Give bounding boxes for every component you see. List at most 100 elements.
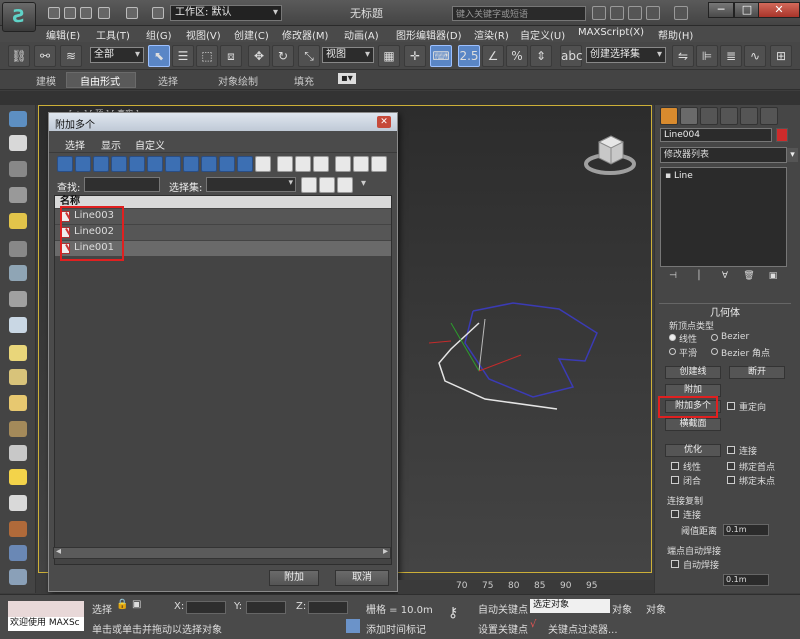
unlink-icon[interactable]: ⚯ [34, 45, 56, 67]
dialog-menu-display[interactable]: 显示 [101, 137, 121, 152]
maxscript-listener[interactable] [8, 601, 84, 617]
selection-lock-icon[interactable]: 🔒 [116, 599, 128, 610]
maximize-button[interactable]: □ [734, 2, 760, 18]
new-file-icon[interactable] [48, 7, 60, 19]
cylinder-primitive-icon[interactable] [9, 395, 27, 411]
select-by-name-icon[interactable]: ☰ [172, 45, 194, 67]
spinner-snap-icon[interactable]: ⇕ [530, 45, 552, 67]
redo-icon[interactable] [126, 7, 138, 19]
remove-modifier-icon[interactable]: 🗑 [743, 271, 755, 283]
minimize-button[interactable]: ─ [708, 2, 734, 18]
key-filters-button[interactable]: 关键点过滤器... [548, 621, 618, 636]
select-all-icon[interactable] [277, 156, 293, 172]
hierarchy-tab-icon[interactable] [700, 107, 718, 125]
display-children-icon[interactable] [353, 156, 369, 172]
move-icon[interactable]: ✥ [248, 45, 270, 67]
filter-cameras-icon[interactable] [111, 156, 127, 172]
named-selection-combo[interactable]: 创建选择集 [586, 47, 666, 63]
material-editor-icon[interactable] [9, 135, 27, 151]
radio-bezier[interactable] [711, 334, 718, 341]
workspace-combo[interactable]: 工作区: 默认 [170, 5, 282, 21]
modify-tab-icon[interactable] [680, 107, 698, 125]
radio-linear[interactable] [669, 334, 676, 341]
menu-tools[interactable]: 工具(T) [96, 27, 130, 42]
ribbon-tab-modeling[interactable]: 建模 [36, 73, 56, 88]
tools-icon[interactable] [610, 6, 624, 20]
filter-shapes-icon[interactable] [75, 156, 91, 172]
binoculars-icon[interactable] [592, 6, 606, 20]
cancel-button[interactable]: 取消 [335, 570, 389, 586]
make-unique-icon[interactable]: ∀ [719, 271, 731, 283]
cross-section-button[interactable]: 横截面 [665, 418, 721, 431]
menu-maxscript[interactable]: MAXScript(X) [578, 27, 644, 38]
align-icon[interactable]: ⊫ [696, 45, 718, 67]
selset-add-icon[interactable] [319, 177, 335, 193]
save-file-icon[interactable] [80, 7, 92, 19]
menu-views[interactable]: 视图(V) [186, 27, 221, 42]
auto-key-button[interactable]: 自动关键点 [478, 601, 528, 616]
filter-xrefs-icon[interactable] [183, 156, 199, 172]
ribbon-tab-object-paint[interactable]: 对象绘制 [218, 73, 258, 88]
grid-icon[interactable] [9, 161, 27, 177]
box-primitive-icon[interactable] [9, 345, 27, 361]
expand-options-icon[interactable]: ▾ [361, 178, 366, 189]
menu-rendering[interactable]: 渲染(R) [474, 27, 509, 42]
modifier-stack-item[interactable]: Line [665, 171, 693, 181]
geosphere-icon[interactable] [9, 495, 27, 511]
display-tab-icon[interactable] [740, 107, 758, 125]
weld-threshold-spinner[interactable]: 0.1m [723, 574, 769, 586]
selection-set-combo[interactable] [206, 177, 296, 192]
schematic-view-icon[interactable]: ⊞ [770, 45, 792, 67]
bind-first-checkbox[interactable] [727, 462, 735, 470]
connect-checkbox[interactable] [727, 446, 735, 454]
ribbon-options-icon[interactable]: ▪▾ [338, 73, 356, 84]
filter-groups-icon[interactable] [165, 156, 181, 172]
dialog-close-button[interactable]: ✕ [377, 116, 391, 128]
ribbon-tab-selection[interactable]: 选择 [158, 73, 178, 88]
filter-frozen-icon[interactable] [237, 156, 253, 172]
attach-confirm-button[interactable]: 附加 [269, 570, 319, 586]
break-button[interactable]: 断开 [729, 366, 785, 379]
window-crossing-icon[interactable]: ⧈ [220, 45, 242, 67]
geometry-rollout-title[interactable]: 几何体 [659, 304, 791, 319]
viewcube-icon[interactable] [583, 128, 637, 178]
filter-bones-icon[interactable] [201, 156, 217, 172]
reference-coord-combo[interactable]: 视图 [322, 47, 374, 63]
auto-weld-checkbox[interactable] [671, 560, 679, 568]
menu-animation[interactable]: 动画(A) [344, 27, 379, 42]
rotate-icon[interactable]: ↻ [272, 45, 294, 67]
add-time-tag-label[interactable]: 添加时间标记 [366, 621, 426, 636]
menu-customize[interactable]: 自定义(U) [520, 27, 565, 42]
configure-sets-icon[interactable]: ▣ [767, 271, 779, 283]
scale-icon[interactable]: ⤡ [298, 45, 320, 67]
filter-hidden-icon[interactable] [255, 156, 271, 172]
menu-modifiers[interactable]: 修改器(M) [282, 27, 328, 42]
bind-last-checkbox[interactable] [727, 476, 735, 484]
layer-manager-icon[interactable]: ≣ [720, 45, 742, 67]
rect-selection-icon[interactable]: ⬚ [196, 45, 218, 67]
modifier-list-combo[interactable]: 修改器列表 [660, 147, 798, 163]
linear-checkbox[interactable] [671, 462, 679, 470]
light-icon[interactable] [9, 213, 27, 229]
teapot-icon[interactable] [9, 111, 27, 127]
time-tag-icon[interactable] [346, 619, 360, 633]
selset-edit-icon[interactable] [301, 177, 317, 193]
closed-checkbox[interactable] [671, 476, 679, 484]
select-link-icon[interactable]: ⛓ [8, 45, 30, 67]
search-input[interactable]: 键入关键字或短语 [452, 6, 586, 21]
menu-edit[interactable]: 编辑(E) [46, 27, 80, 42]
display-filter-icon[interactable] [335, 156, 351, 172]
filter-containers-icon[interactable] [219, 156, 235, 172]
select-invert-icon[interactable] [313, 156, 329, 172]
spacewarp-icon[interactable] [9, 291, 27, 307]
utilities-tab-icon[interactable] [760, 107, 778, 125]
torus-primitive-icon[interactable] [9, 421, 27, 437]
help-icon[interactable] [674, 6, 688, 20]
systems-icon[interactable] [9, 317, 27, 333]
select-none-icon[interactable] [295, 156, 311, 172]
key-icon[interactable]: ⚷ [448, 605, 458, 621]
set-key-button[interactable]: 设置关键点 [478, 621, 528, 636]
reorient-checkbox[interactable] [727, 402, 735, 410]
motion-tab-icon[interactable] [720, 107, 738, 125]
find-input[interactable] [84, 177, 160, 192]
